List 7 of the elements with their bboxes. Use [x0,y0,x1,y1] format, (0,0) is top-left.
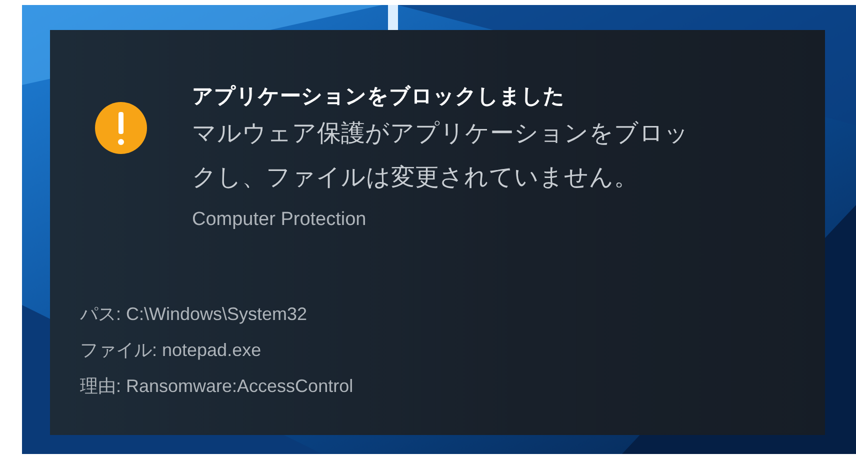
detail-line: 理由: Ransomware:AccessControl [80,375,354,398]
notification-source: Computer Protection [192,208,368,232]
warning-icon [95,102,147,154]
notification-message: マルウェア保護がアプリケーションをブロックし、ファイルは変更されていません。 [192,119,690,193]
detail-line: ファイル: notepad.exe [80,339,262,362]
detail-line: パス: C:\Windows\System32 [80,303,308,326]
notification-title: アプリケーションをブロックしました [192,84,566,110]
